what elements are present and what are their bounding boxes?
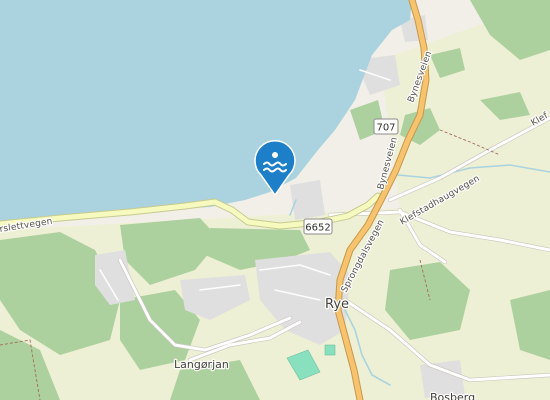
road-shield-707: 707 bbox=[373, 118, 399, 135]
place-label-langorjan: Langørjan bbox=[174, 358, 229, 371]
road-shield-707-label: 707 bbox=[376, 123, 395, 134]
place-label-bosberg: Bosberg bbox=[430, 391, 475, 400]
road-shield-6652: 6652 bbox=[303, 218, 333, 235]
place-label-rye: Rye bbox=[325, 297, 349, 312]
road-shield-6652-label: 6652 bbox=[305, 223, 330, 234]
map-view[interactable]: 707 6652 Bynesveien Bynesveien Sprongdal… bbox=[0, 0, 550, 400]
map-canvas: 707 6652 Bynesveien Bynesveien Sprongdal… bbox=[0, 0, 550, 400]
sport-field-marker bbox=[324, 344, 336, 356]
